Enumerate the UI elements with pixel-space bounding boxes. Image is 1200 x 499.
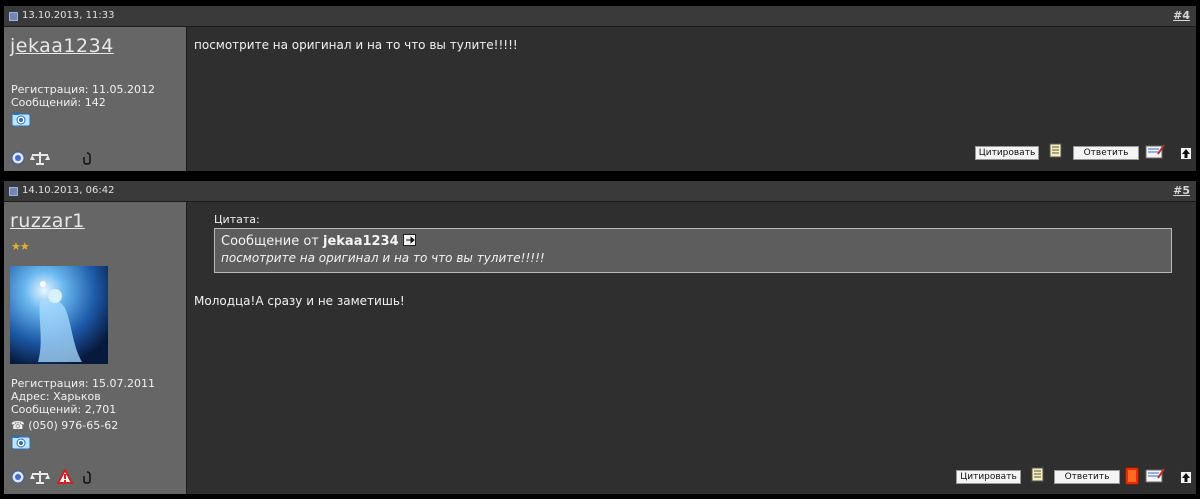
post-status-icon <box>9 187 18 196</box>
username-link[interactable]: jekaa1234 <box>10 35 114 57</box>
view-post-icon[interactable] <box>402 234 416 246</box>
reputation-scales-icon[interactable] <box>30 150 50 166</box>
user-phone: ☎ (050) 976-65-62 <box>11 419 119 432</box>
post-header: 13.10.2013, 11:33 #4 <box>4 6 1196 27</box>
registration-date: Регистрация: 15.07.2011 <box>11 377 155 390</box>
camera-icon[interactable] <box>11 434 31 450</box>
multi-quote-icon[interactable] <box>1049 143 1062 160</box>
post: 13.10.2013, 11:33 #4 jekaa1234 Регистрац… <box>4 6 1196 171</box>
quote-header: Сообщение от jekaa1234 <box>221 234 416 249</box>
post-number-link[interactable]: #4 <box>1173 9 1190 22</box>
user-meta: Регистрация: 15.07.2011 Адрес: Харьков С… <box>11 377 155 432</box>
message-count: Сообщений: 2,701 <box>11 403 117 416</box>
message-count: Сообщений: 142 <box>11 96 106 109</box>
post-date: 14.10.2013, 06:42 <box>22 185 115 196</box>
registration-date: Регистрация: 11.05.2012 <box>11 83 155 96</box>
user-sidebar: jekaa1234 Регистрация: 11.05.2012 Сообще… <box>4 27 187 171</box>
online-status-icon[interactable] <box>11 151 25 165</box>
quote-from-prefix: Сообщение от <box>221 234 319 249</box>
reply-button[interactable]: Ответить <box>1073 146 1139 160</box>
quote-label: Цитата: <box>214 213 260 226</box>
quote-button[interactable]: Цитировать <box>956 470 1021 484</box>
user-avatar[interactable] <box>10 266 108 364</box>
attachment-clip-icon <box>83 152 91 165</box>
private-message-icon[interactable] <box>1145 144 1165 160</box>
multi-quote-icon[interactable] <box>1031 467 1044 484</box>
post-status-icon <box>9 12 18 21</box>
reputation-scales-icon[interactable] <box>30 469 50 485</box>
quote-button[interactable]: Цитировать <box>975 146 1039 160</box>
quote-block: Сообщение от jekaa1234 посмотрите на ори… <box>214 228 1172 273</box>
rank-stars: ★★ <box>11 240 30 253</box>
online-status-icon[interactable] <box>11 470 25 484</box>
post-message: посмотрите на оригинал и на то что вы ту… <box>194 38 518 52</box>
camera-icon[interactable] <box>11 111 31 127</box>
post-date: 13.10.2013, 11:33 <box>22 10 115 21</box>
post-number-link[interactable]: #5 <box>1173 184 1190 197</box>
report-warning-icon[interactable] <box>57 469 73 484</box>
user-sidebar: ruzzar1 ★★ Регистрация: 15.07.2011 Адрес… <box>4 202 187 494</box>
attachment-clip-icon <box>83 471 91 484</box>
user-meta: Регистрация: 11.05.2012 Сообщений: 142 <box>11 83 155 109</box>
user-address: Адрес: Харьков <box>11 390 101 403</box>
scroll-top-icon[interactable] <box>1180 471 1192 484</box>
post-content: Цитата: Сообщение от jekaa1234 посмотрит… <box>187 202 1196 494</box>
post: 14.10.2013, 06:42 #5 ruzzar1 ★★ Регистра… <box>4 181 1196 494</box>
username-link[interactable]: ruzzar1 <box>10 210 85 232</box>
quote-text: посмотрите на оригинал и на то что вы ту… <box>221 251 545 265</box>
private-message-icon[interactable] <box>1145 468 1165 484</box>
post-header: 14.10.2013, 06:42 #5 <box>4 181 1196 202</box>
scroll-top-icon[interactable] <box>1180 147 1192 160</box>
post-content: посмотрите на оригинал и на то что вы ту… <box>187 27 1196 171</box>
post-message: Молодца!А сразу и не заметишь! <box>194 294 405 308</box>
reply-button[interactable]: Ответить <box>1054 470 1120 484</box>
spam-flag-icon[interactable] <box>1125 467 1139 485</box>
quote-author: jekaa1234 <box>323 234 399 249</box>
